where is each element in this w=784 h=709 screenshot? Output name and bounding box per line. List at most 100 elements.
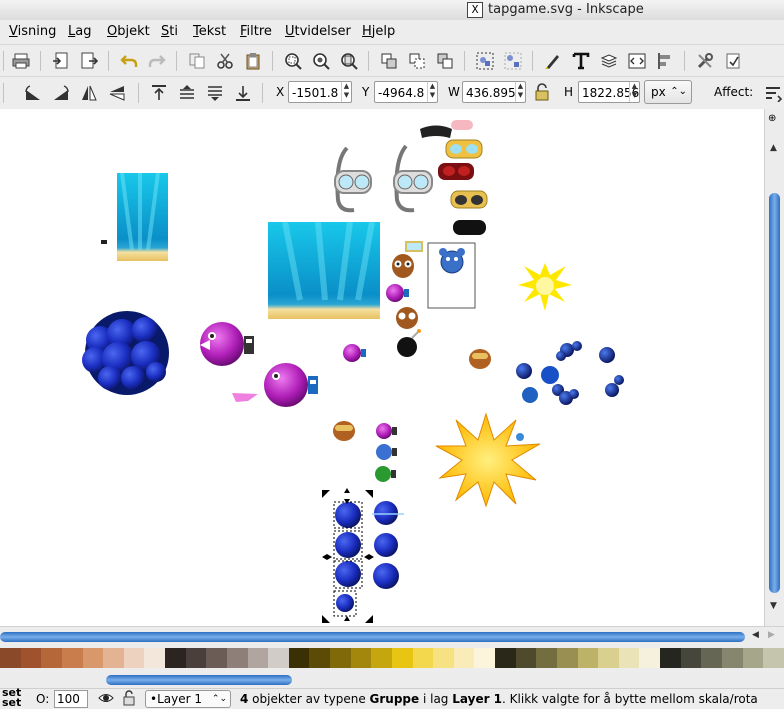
clone-icon[interactable]	[408, 52, 426, 70]
ungroup-icon[interactable]	[504, 52, 522, 70]
palette-swatch[interactable]	[639, 648, 660, 668]
export-icon[interactable]	[80, 52, 99, 70]
palette-swatch[interactable]	[721, 648, 743, 668]
scroll-right-icon[interactable]: ▶	[768, 630, 775, 640]
undo-icon[interactable]	[120, 52, 138, 70]
copy-icon[interactable]	[188, 52, 206, 70]
scroll-left-icon[interactable]: ◀	[752, 630, 759, 640]
print-icon[interactable]	[12, 52, 30, 70]
palette-swatch[interactable]	[536, 648, 557, 668]
x-field[interactable]: -1501.8 ▲ ▼	[288, 81, 352, 103]
palette-swatch[interactable]	[165, 648, 186, 668]
palette-swatch[interactable]	[226, 648, 248, 668]
lock-icon[interactable]	[533, 83, 551, 101]
vertical-scroll-thumb[interactable]	[769, 193, 780, 593]
palette-swatch[interactable]	[20, 648, 42, 668]
palette-swatch[interactable]	[742, 648, 764, 668]
menu-objekt[interactable]: Objekt	[107, 24, 150, 39]
palette-swatch[interactable]	[103, 648, 124, 668]
palette-swatch[interactable]	[391, 648, 413, 668]
flip-horizontal-icon[interactable]	[80, 84, 98, 102]
palette-swatch[interactable]	[123, 648, 145, 668]
fill-stroke-icon[interactable]	[544, 52, 562, 70]
palette-swatch[interactable]	[618, 648, 640, 668]
menu-filtre[interactable]: Filtre	[240, 24, 272, 39]
unit-select[interactable]: px ⌃⌄	[644, 80, 692, 104]
palette-swatch[interactable]	[61, 648, 83, 668]
palette-swatch[interactable]	[0, 648, 21, 668]
rotate-cw-icon[interactable]	[52, 84, 70, 102]
layers-icon[interactable]	[600, 52, 618, 70]
text-icon[interactable]	[572, 52, 590, 70]
palette-swatch[interactable]	[701, 648, 722, 668]
zoom-fit-icon[interactable]: ⊕	[768, 113, 776, 124]
lower-to-bottom-icon[interactable]	[234, 84, 252, 102]
cut-icon[interactable]	[216, 52, 234, 70]
palette-swatch[interactable]	[350, 648, 372, 668]
group-icon[interactable]	[476, 52, 494, 70]
palette-swatch[interactable]	[577, 648, 599, 668]
menu-lag[interactable]: Lag	[68, 24, 91, 39]
menu-utvidelser[interactable]: Utvidelser	[285, 24, 351, 39]
layer-select[interactable]: •Layer 1 ⌃⌄	[145, 690, 231, 708]
palette-swatch[interactable]	[453, 648, 475, 668]
menu-hjelp[interactable]: Hjelp	[362, 24, 395, 39]
palette-swatch[interactable]	[433, 648, 454, 668]
zoom-page-icon[interactable]	[340, 52, 358, 70]
scroll-up-icon[interactable]: ▲	[770, 143, 777, 153]
palette-swatch[interactable]	[185, 648, 207, 668]
layer-lock-icon[interactable]	[122, 690, 136, 709]
palette-swatch[interactable]	[41, 648, 62, 668]
paste-icon[interactable]	[244, 52, 262, 70]
zoom-selection-icon[interactable]	[284, 52, 302, 70]
palette-swatch[interactable]	[515, 648, 537, 668]
raise-to-top-icon[interactable]	[150, 84, 168, 102]
palette-swatch[interactable]	[598, 648, 619, 668]
opacity-field[interactable]: 100	[54, 690, 88, 708]
vertical-scrollbar[interactable]: ⊕ ▲ ▼	[764, 109, 784, 626]
eye-icon[interactable]	[98, 690, 114, 709]
palette-swatch[interactable]	[763, 648, 784, 668]
palette-swatch[interactable]	[495, 648, 516, 668]
palette-scrollbar[interactable]	[0, 672, 784, 688]
import-icon[interactable]	[52, 52, 70, 70]
zoom-drawing-icon[interactable]	[312, 52, 330, 70]
h-field[interactable]: 1822.856 ▲ ▼	[578, 81, 640, 103]
rotate-ccw-icon[interactable]	[24, 84, 42, 102]
palette-scroll-thumb[interactable]	[106, 675, 292, 685]
palette-swatch[interactable]	[556, 648, 578, 668]
align-icon[interactable]	[656, 52, 674, 70]
preferences-icon[interactable]	[696, 52, 714, 70]
horizontal-scrollbar[interactable]: ◀ ▶	[0, 626, 784, 647]
fill-stroke-indicator[interactable]: set set	[2, 687, 21, 708]
drawing-canvas[interactable]	[0, 109, 764, 626]
palette-swatch[interactable]	[412, 648, 434, 668]
scroll-down-icon[interactable]: ▼	[770, 601, 777, 611]
raise-icon[interactable]	[178, 84, 196, 102]
palette-swatch[interactable]	[371, 648, 392, 668]
menu-sti[interactable]: Sti	[161, 24, 178, 39]
palette-swatch[interactable]	[288, 648, 310, 668]
horizontal-scroll-thumb[interactable]	[0, 632, 745, 642]
scale-stroke-icon[interactable]	[764, 84, 783, 103]
palette-swatch[interactable]	[660, 648, 681, 668]
menu-tekst[interactable]: Tekst	[193, 24, 226, 39]
palette-swatch[interactable]	[474, 648, 495, 668]
document-properties-icon[interactable]	[724, 52, 742, 70]
palette-swatch[interactable]	[309, 648, 330, 668]
redo-icon[interactable]	[148, 52, 166, 70]
lower-icon[interactable]	[206, 84, 224, 102]
palette-swatch[interactable]	[330, 648, 351, 668]
palette-swatch[interactable]	[247, 648, 269, 668]
palette-swatch[interactable]	[206, 648, 227, 668]
flip-vertical-icon[interactable]	[108, 84, 126, 102]
unlink-clone-icon[interactable]	[436, 52, 454, 70]
menu-visning[interactable]: Visning	[9, 24, 56, 39]
w-field[interactable]: 436.895 ▲ ▼	[462, 81, 526, 103]
xml-editor-icon[interactable]	[628, 52, 646, 70]
palette-swatch[interactable]	[268, 648, 289, 668]
palette-swatch[interactable]	[680, 648, 702, 668]
palette-swatch[interactable]	[144, 648, 165, 668]
duplicate-icon[interactable]	[380, 52, 398, 70]
y-field[interactable]: -4964.8 ▲ ▼	[374, 81, 438, 103]
